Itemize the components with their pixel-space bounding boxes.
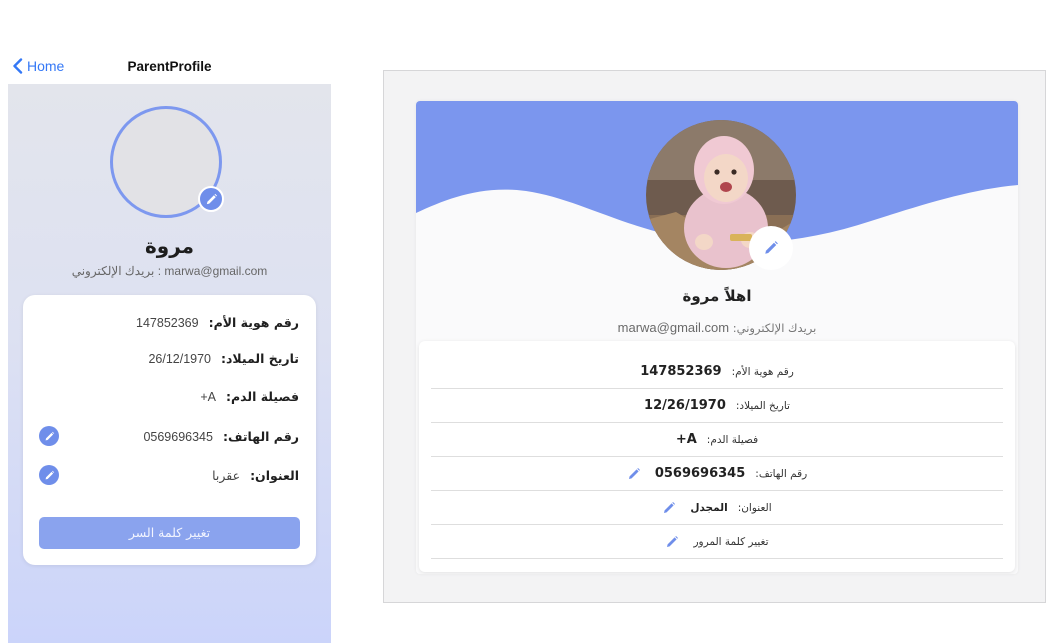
field-value: 12/26/1970 bbox=[644, 398, 726, 413]
field-label: فصيلة الدم: bbox=[226, 389, 299, 404]
edit-phone-button[interactable] bbox=[39, 426, 59, 446]
field-blood-type: فصيلة الدم: A+ bbox=[200, 389, 299, 404]
field-birth-date: تاريخ الميلاد: 26/12/1970 bbox=[148, 351, 299, 366]
profile-email: بريدك الإلكتروني : marwa@gmail.com bbox=[71, 264, 268, 278]
field-label: تاريخ الميلاد: bbox=[735, 399, 790, 412]
field-value: 0569696345 bbox=[143, 430, 213, 444]
pencil-icon bbox=[667, 535, 679, 547]
field-label: العنوان: bbox=[737, 501, 772, 514]
change-password-button[interactable] bbox=[665, 535, 679, 549]
profile-name: مروة bbox=[144, 234, 195, 258]
field-value: 147852369 bbox=[136, 316, 199, 330]
navigation-bar: Home ParentProfile bbox=[8, 0, 331, 84]
field-mother-id: رقم هوية الأم: 147852369 bbox=[431, 355, 1003, 389]
profile-body: مروة بريدك الإلكتروني : marwa@gmail.com … bbox=[8, 84, 331, 643]
photo-edit-button[interactable] bbox=[749, 226, 793, 270]
field-label: العنوان: bbox=[250, 468, 299, 483]
info-card: رقم هوية الأم: 147852369 تاريخ الميلاد: … bbox=[419, 341, 1015, 572]
info-card: رقم هوية الأم: 147852369 تاريخ الميلاد: … bbox=[23, 295, 316, 565]
field-value: 147852369 bbox=[640, 364, 722, 379]
field-label: رقم هوية الأم: bbox=[208, 315, 299, 330]
field-mother-id: رقم هوية الأم: 147852369 bbox=[136, 315, 299, 330]
field-blood-type: فصيلة الدم: A+ bbox=[431, 423, 1003, 457]
change-password-row[interactable]: تغيير كلمة المرور bbox=[431, 525, 1003, 559]
change-password-button[interactable]: تغيير كلمة السر bbox=[39, 517, 300, 549]
field-label: فصيلة الدم: bbox=[706, 433, 759, 446]
field-address: العنوان: المجدل bbox=[431, 491, 1003, 525]
field-birth-date: تاريخ الميلاد: 12/26/1970 bbox=[431, 389, 1003, 423]
pencil-icon bbox=[45, 431, 54, 440]
field-value: المجدل bbox=[690, 501, 728, 514]
field-address: العنوان: عقربا bbox=[212, 468, 299, 483]
web-screen: اهلاً مروة بريدك الإلكتروني: marwa@gmail… bbox=[383, 70, 1046, 603]
greeting-title: اهلاً مروة bbox=[682, 287, 752, 305]
pencil-icon bbox=[45, 470, 54, 479]
field-phone: رقم الهاتف: 0569696345 bbox=[143, 429, 299, 444]
field-label: رقم الهاتف: bbox=[755, 467, 808, 480]
mobile-screen: Home ParentProfile مروة بريدك الإلكتروني… bbox=[8, 0, 331, 643]
nav-title: ParentProfile bbox=[127, 59, 212, 74]
field-value: عقربا bbox=[212, 469, 241, 483]
edit-address-button[interactable] bbox=[662, 501, 676, 515]
pencil-icon bbox=[765, 241, 778, 254]
edit-phone-button[interactable] bbox=[627, 467, 641, 481]
profile-panel: اهلاً مروة بريدك الإلكتروني: marwa@gmail… bbox=[416, 101, 1018, 574]
edit-address-button[interactable] bbox=[39, 465, 59, 485]
email-line: بريدك الإلكتروني: marwa@gmail.com bbox=[416, 320, 1018, 335]
email-label: بريدك الإلكتروني: bbox=[732, 321, 817, 335]
field-value: A+ bbox=[200, 390, 217, 404]
change-password-label: تغيير كلمة المرور bbox=[693, 535, 769, 548]
field-label: رقم هوية الأم: bbox=[731, 365, 794, 378]
avatar-edit-button[interactable] bbox=[198, 186, 224, 212]
field-value: 0569696345 bbox=[654, 466, 746, 481]
field-value: A+ bbox=[675, 432, 697, 447]
field-phone: رقم الهاتف: 0569696345 bbox=[431, 457, 1003, 491]
pencil-icon bbox=[664, 501, 676, 513]
email-value: marwa@gmail.com bbox=[617, 320, 730, 335]
pencil-icon bbox=[628, 467, 640, 479]
field-value: 26/12/1970 bbox=[148, 352, 211, 366]
field-label: تاريخ الميلاد: bbox=[220, 351, 299, 366]
field-label: رقم الهاتف: bbox=[222, 429, 299, 444]
pencil-icon bbox=[206, 193, 217, 204]
